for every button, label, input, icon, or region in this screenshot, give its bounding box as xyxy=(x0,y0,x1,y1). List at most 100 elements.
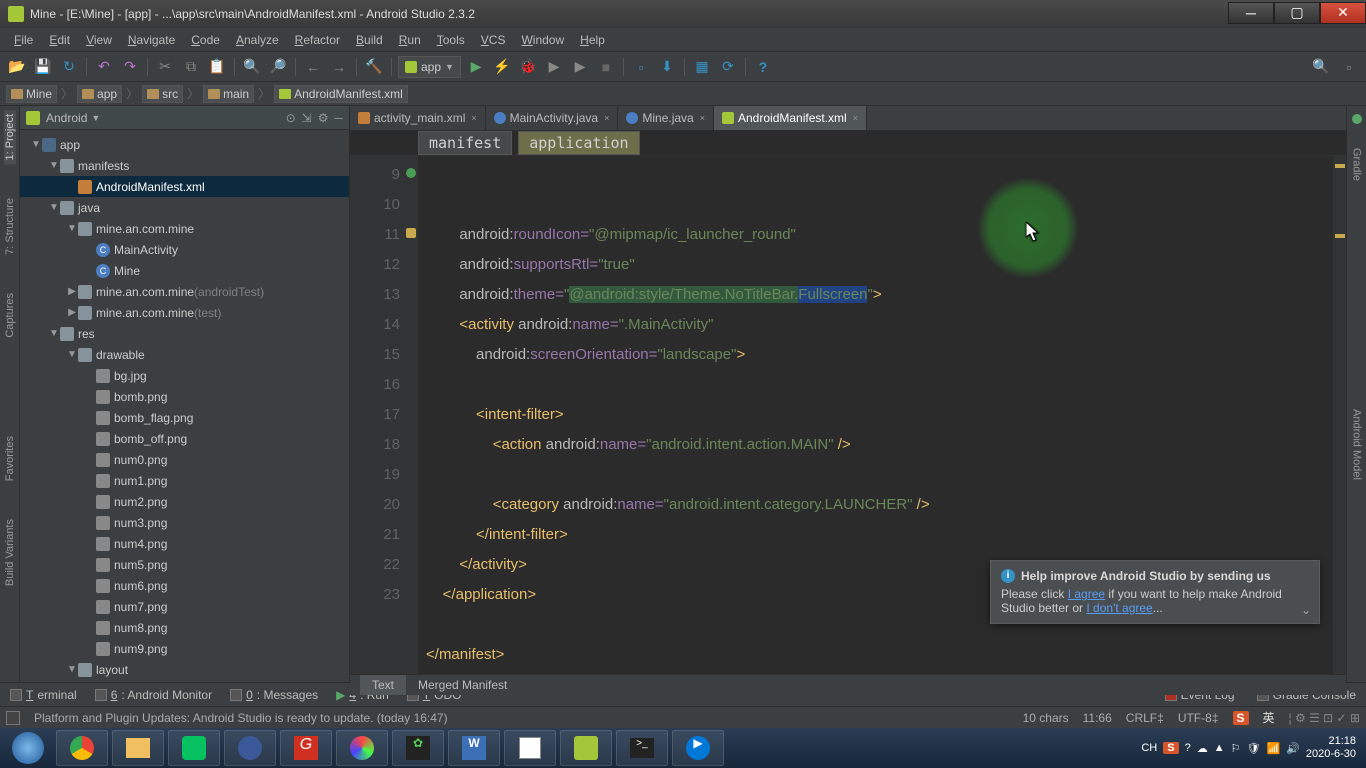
tab-gradle[interactable]: Gradle xyxy=(1351,144,1363,185)
save-icon[interactable]: 💾 xyxy=(32,56,54,78)
help-icon[interactable]: ? xyxy=(752,56,774,78)
tree-item-drawable[interactable]: ▼drawable xyxy=(20,344,349,365)
breadcrumb-androidmanifest-xml[interactable]: AndroidManifest.xml xyxy=(274,85,408,103)
tree-item-num9-png[interactable]: num9.png xyxy=(20,638,349,659)
sync-icon[interactable]: ↻ xyxy=(58,56,80,78)
breadcrumb-app[interactable]: app xyxy=(77,85,122,103)
taskbar-app1[interactable] xyxy=(224,730,276,766)
status-encoding[interactable]: UTF-8‡ xyxy=(1178,711,1219,725)
start-button[interactable] xyxy=(4,730,52,766)
menu-tools[interactable]: Tools xyxy=(429,31,473,49)
menu-help[interactable]: Help xyxy=(572,31,613,49)
taskbar-wps[interactable]: W xyxy=(448,730,500,766)
tree-item-bomb_off-png[interactable]: bomb_off.png xyxy=(20,428,349,449)
taskbar-app5[interactable] xyxy=(504,730,556,766)
menu-file[interactable]: File xyxy=(6,31,41,49)
breadcrumb-mine[interactable]: Mine xyxy=(6,85,57,103)
taskbar-app3[interactable] xyxy=(336,730,388,766)
tool-windows-icon[interactable] xyxy=(6,711,20,725)
editor-tab-mine-java[interactable]: Mine.java× xyxy=(618,106,714,130)
menu-refactor[interactable]: Refactor xyxy=(287,31,348,49)
open-icon[interactable]: 📂 xyxy=(6,56,28,78)
tab-android-model[interactable]: Android Model xyxy=(1351,405,1363,484)
windows-taskbar[interactable]: G ✿ W >_ ▶ CH S ? ☁ ▲ ⚐ 🛡 📶 🔊 21:18 2020… xyxy=(0,728,1366,768)
tree-item-mine-an-com-mine[interactable]: ▶mine.an.com.mine (test) xyxy=(20,302,349,323)
bottom-tab-6-android-monitor[interactable]: 6: Android Monitor xyxy=(91,686,216,704)
tree-item-app[interactable]: ▼app xyxy=(20,134,349,155)
replace-icon[interactable]: 🔎 xyxy=(267,56,289,78)
menu-window[interactable]: Window xyxy=(513,31,572,49)
taskbar-explorer[interactable] xyxy=(112,730,164,766)
menu-code[interactable]: Code xyxy=(183,31,228,49)
structure-icon[interactable]: ▦ xyxy=(691,56,713,78)
tree-item-manifests[interactable]: ▼manifests xyxy=(20,155,349,176)
link-agree[interactable]: I agree xyxy=(1068,587,1105,601)
tab-captures[interactable]: Captures xyxy=(4,289,16,342)
redo-icon[interactable]: ↷ xyxy=(119,56,141,78)
close-button[interactable]: ✕ xyxy=(1320,2,1366,24)
tree-item-num5-png[interactable]: num5.png xyxy=(20,554,349,575)
xml-crumb-manifest[interactable]: manifest xyxy=(418,131,512,155)
editor-tab-mainactivity-java[interactable]: MainActivity.java× xyxy=(486,106,619,130)
tree-item-bomb_flag-png[interactable]: bomb_flag.png xyxy=(20,407,349,428)
copy-icon[interactable]: ⧉ xyxy=(180,56,202,78)
tray-flag-icon[interactable]: ⚐ xyxy=(1231,742,1241,755)
xml-crumb-application[interactable]: application xyxy=(518,131,639,155)
taskbar-wechat[interactable] xyxy=(168,730,220,766)
tab-build-variants[interactable]: Build Variants xyxy=(4,515,16,590)
tray-volume-icon[interactable]: 🔊 xyxy=(1286,742,1300,755)
sync-gradle-icon[interactable]: ⟳ xyxy=(717,56,739,78)
menu-view[interactable]: View xyxy=(78,31,120,49)
undo-icon[interactable]: ↶ xyxy=(93,56,115,78)
minimize-button[interactable]: ─ xyxy=(1228,2,1274,24)
apply-changes-icon[interactable]: ⚡ xyxy=(491,56,513,78)
tree-item-mine-an-com-mine[interactable]: ▶mine.an.com.mine (androidTest) xyxy=(20,281,349,302)
breadcrumb-main[interactable]: main xyxy=(203,85,254,103)
find-icon[interactable]: 🔍 xyxy=(241,56,263,78)
tray-network-icon[interactable]: 📶 xyxy=(1266,742,1280,755)
tray-icon[interactable]: ? xyxy=(1185,742,1191,754)
bottom-tab-0-messages[interactable]: 0: Messages xyxy=(226,686,322,704)
stop-icon[interactable]: ■ xyxy=(595,56,617,78)
menu-analyze[interactable]: Analyze xyxy=(228,31,287,49)
bottom-tab-terminal[interactable]: Terminal xyxy=(6,686,81,704)
make-icon[interactable]: 🔨 xyxy=(363,56,385,78)
status-position[interactable]: 11:66 xyxy=(1083,711,1112,725)
collapse-icon[interactable]: ⇲ xyxy=(302,111,312,125)
debug-icon[interactable]: 🐞 xyxy=(517,56,539,78)
tree-item-java[interactable]: ▼java xyxy=(20,197,349,218)
tree-item-mine-an-com-mine[interactable]: ▼mine.an.com.mine xyxy=(20,218,349,239)
forward-icon[interactable]: → xyxy=(328,56,350,78)
line-gutter[interactable]: 91011121314151617181920212223 xyxy=(350,156,418,674)
menu-edit[interactable]: Edit xyxy=(41,31,78,49)
ime-lang[interactable]: 英 xyxy=(1263,709,1275,726)
tab-text[interactable]: Text xyxy=(360,675,406,695)
tab-merged-manifest[interactable]: Merged Manifest xyxy=(406,675,519,695)
taskbar-terminal[interactable]: >_ xyxy=(616,730,668,766)
taskbar-android-studio[interactable] xyxy=(560,730,612,766)
paste-icon[interactable]: 📋 xyxy=(206,56,228,78)
tree-item-res[interactable]: ▼res xyxy=(20,323,349,344)
run-config-selector[interactable]: app ▼ xyxy=(398,56,461,78)
tray-ime[interactable]: S xyxy=(1163,742,1178,754)
tray-expand-icon[interactable]: ▲ xyxy=(1214,742,1225,754)
settings-icon[interactable]: ⚙ xyxy=(318,111,329,125)
taskbar-app4[interactable]: ✿ xyxy=(392,730,444,766)
tab-structure[interactable]: 7: Structure xyxy=(4,194,16,259)
settings-icon[interactable]: ▫ xyxy=(1338,56,1360,78)
menu-build[interactable]: Build xyxy=(348,31,391,49)
maximize-button[interactable]: ▢ xyxy=(1274,2,1320,24)
sdk-icon[interactable]: ⬇ xyxy=(656,56,678,78)
hide-icon[interactable]: ─ xyxy=(334,111,343,125)
tree-item-num1-png[interactable]: num1.png xyxy=(20,470,349,491)
menu-navigate[interactable]: Navigate xyxy=(120,31,183,49)
tree-item-num3-png[interactable]: num3.png xyxy=(20,512,349,533)
avd-icon[interactable]: ▫ xyxy=(630,56,652,78)
run-button[interactable]: ▶ xyxy=(465,56,487,78)
breadcrumb-src[interactable]: src xyxy=(142,85,183,103)
tree-item-activity_main-xml[interactable]: activity_main.xml xyxy=(20,680,349,682)
tree-item-layout[interactable]: ▼layout xyxy=(20,659,349,680)
back-icon[interactable]: ← xyxy=(302,56,324,78)
tree-item-bg-jpg[interactable]: bg.jpg xyxy=(20,365,349,386)
status-lineend[interactable]: CRLF‡ xyxy=(1126,711,1164,725)
